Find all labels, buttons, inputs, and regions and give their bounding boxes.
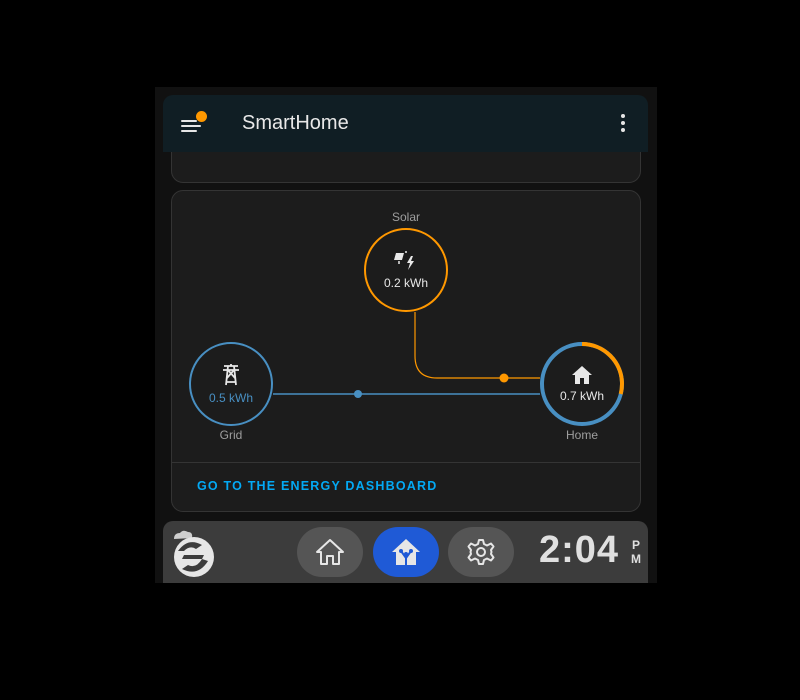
menu-button[interactable] — [179, 111, 213, 135]
home-outline-icon — [316, 539, 344, 565]
bottom-dock: 2:04 P M — [163, 521, 648, 583]
transmission-tower-icon — [223, 364, 239, 386]
home-icon — [572, 366, 592, 384]
home-node[interactable]: 0.7 kWh — [540, 342, 624, 426]
weather-cloud-icon — [174, 530, 214, 577]
home-assistant-dock-button[interactable] — [373, 527, 439, 577]
tablet-screen: SmartHome Solar 0.2 kWh 0.5 kWh Grid 0.7… — [155, 87, 657, 583]
clock-ampm: P M — [631, 538, 641, 566]
clock-time: 2:04 — [539, 529, 620, 571]
grid-node[interactable]: 0.5 kWh — [189, 342, 273, 426]
solar-node[interactable]: 0.2 kWh — [364, 228, 448, 312]
solar-value: 0.2 kWh — [383, 276, 428, 290]
notification-badge — [196, 111, 207, 122]
home-label: Home — [565, 428, 598, 442]
solar-flow-dot — [499, 373, 509, 383]
energy-dashboard-link[interactable]: GO TO THE ENERGY DASHBOARD — [197, 479, 437, 493]
energy-distribution-card: Solar 0.2 kWh 0.5 kWh Grid 0.7 kWh Home … — [171, 190, 641, 512]
app-bar: SmartHome — [163, 95, 648, 152]
settings-dock-button[interactable] — [448, 527, 514, 577]
home-assistant-icon — [392, 539, 420, 565]
gear-icon — [467, 539, 495, 565]
menu-icon — [181, 120, 197, 122]
grid-flow-dot — [354, 390, 362, 398]
more-options-icon[interactable] — [618, 113, 628, 135]
app-title: SmartHome — [242, 112, 349, 134]
solar-to-home-line — [414, 312, 540, 379]
card-divider — [172, 462, 640, 463]
solar-power-icon — [394, 251, 414, 270]
home-dock-button[interactable] — [297, 527, 363, 577]
grid-value: 0.5 kWh — [208, 391, 253, 405]
solar-label: Solar — [391, 210, 420, 224]
grid-label: Grid — [219, 428, 243, 442]
home-value: 0.7 kWh — [559, 389, 604, 403]
